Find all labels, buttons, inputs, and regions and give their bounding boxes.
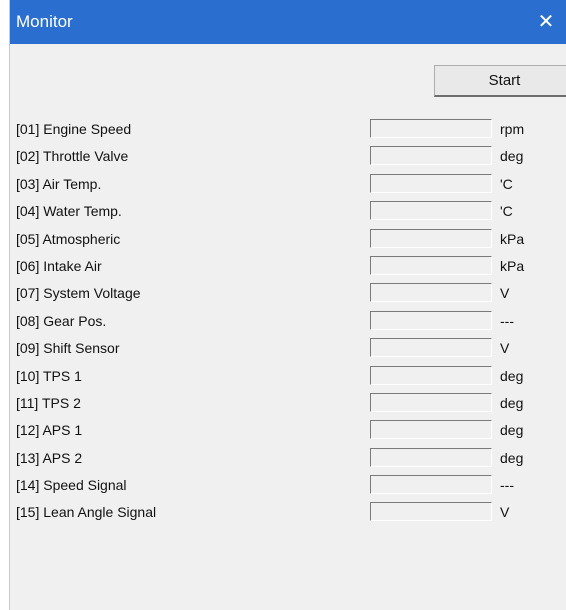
monitor-row-unit: --- — [500, 312, 514, 329]
monitor-row-unit: --- — [500, 477, 514, 494]
monitor-list: [01] Engine Speed rpm [02] Throttle Valve d… — [10, 116, 566, 527]
monitor-row: [03] Air Temp. 'C — [10, 171, 566, 198]
monitor-row: [05] Atmospheric kPa — [10, 226, 566, 253]
monitor-row: [13] APS 2 deg — [10, 445, 566, 472]
monitor-row-value-field — [370, 283, 492, 303]
monitor-row: [10] TPS 1 deg — [10, 363, 566, 390]
monitor-row-value-field — [370, 201, 492, 221]
monitor-row-value-field — [370, 146, 492, 166]
monitor-row-label: [15] Lean Angle Signal — [16, 504, 157, 521]
monitor-row: [09] Shift Sensor V — [10, 335, 566, 362]
monitor-row: [07] System Voltage V — [10, 280, 566, 307]
start-button[interactable]: Start — [434, 65, 566, 97]
monitor-row-value-field — [370, 420, 492, 440]
monitor-row-value-field — [370, 310, 492, 330]
monitor-row-label: [12] APS 1 — [16, 422, 83, 439]
monitor-row: [04] Water Temp. 'C — [10, 198, 566, 225]
monitor-row: [02] Throttle Valve deg — [10, 143, 566, 170]
close-icon[interactable]: ✕ — [530, 6, 562, 38]
monitor-row-unit: rpm — [500, 121, 525, 137]
monitor-row: [08] Gear Pos. --- — [10, 308, 566, 335]
monitor-row-value-field — [370, 502, 492, 522]
monitor-row-value-field — [370, 365, 492, 385]
monitor-row-value-field — [370, 173, 492, 193]
monitor-row-label: [01] Engine Speed — [16, 121, 132, 137]
monitor-row-unit: 'C — [500, 203, 513, 220]
monitor-row-label: [08] Gear Pos. — [16, 312, 107, 329]
monitor-row-unit: V — [500, 504, 510, 521]
monitor-row: [06] Intake Air kPa — [10, 253, 566, 280]
monitor-row-unit: deg — [500, 367, 524, 384]
monitor-row-label: [04] Water Temp. — [16, 203, 122, 220]
monitor-row-label: [07] System Voltage — [16, 285, 141, 302]
monitor-row-value-field — [370, 228, 492, 248]
monitor-row-unit: kPa — [500, 230, 525, 247]
monitor-row-unit: deg — [500, 148, 524, 165]
monitor-row-label: [03] Air Temp. — [16, 175, 102, 192]
monitor-row-label: [11] TPS 2 — [16, 394, 81, 411]
monitor-row-label: [13] APS 2 — [16, 449, 83, 466]
monitor-row-label: [02] Throttle Valve — [16, 148, 129, 165]
window-title: Monitor — [16, 12, 73, 31]
monitor-row-label: [10] TPS 1 — [16, 367, 82, 384]
monitor-row: [14] Speed Signal --- — [10, 472, 566, 499]
monitor-row: [15] Lean Angle Signal V — [10, 499, 566, 526]
monitor-row-label: [06] Intake Air — [16, 257, 102, 274]
monitor-row: [12] APS 1 deg — [10, 417, 566, 444]
monitor-row-value-field — [370, 392, 492, 412]
monitor-row-value-field — [370, 255, 492, 275]
monitor-row-unit: V — [500, 340, 510, 357]
monitor-row-unit: 'C — [500, 175, 513, 192]
monitor-row-unit: kPa — [500, 257, 525, 274]
title-bar[interactable]: Monitor ✕ — [10, 0, 566, 44]
monitor-window: Monitor ✕ Start [01] Engine Speed rpm [02]… — [10, 0, 566, 610]
monitor-row-unit: V — [500, 285, 510, 302]
background-edge — [0, 0, 10, 610]
monitor-row-label: [09] Shift Sensor — [16, 340, 120, 357]
monitor-row-value-field — [370, 475, 492, 495]
monitor-row-label: [14] Speed Signal — [16, 477, 127, 494]
monitor-row-value-field — [370, 447, 492, 467]
monitor-row-label: [05] Atmospheric — [16, 230, 121, 247]
monitor-row-unit: deg — [500, 422, 524, 439]
monitor-row-unit: deg — [500, 394, 524, 411]
monitor-row: [11] TPS 2 deg — [10, 390, 566, 417]
monitor-row-unit: deg — [500, 449, 524, 466]
monitor-row-value-field — [370, 338, 492, 358]
monitor-row-value-field — [370, 119, 492, 138]
monitor-row: [01] Engine Speed rpm — [10, 116, 566, 143]
